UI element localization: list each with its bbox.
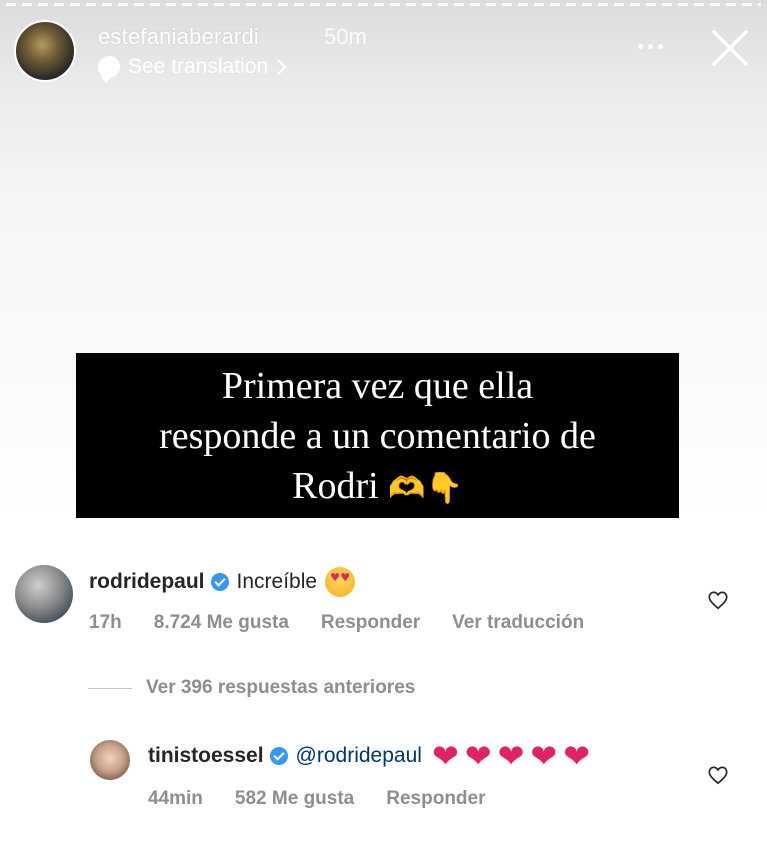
caption-emoji: 🫶👇 — [388, 471, 463, 506]
story-avatar[interactable] — [14, 20, 76, 82]
comment-likes[interactable]: 8.724 Me gusta — [154, 612, 289, 634]
caption-line-2: responde a un comentario de — [159, 415, 596, 457]
translate-button[interactable]: Ver traducción — [452, 612, 584, 634]
view-replies-label: Ver 396 respuestas anteriores — [146, 677, 416, 698]
comment-meta: 17h 8.724 Me gusta Responder Ver traducc… — [89, 612, 616, 634]
heart-eyes-emoji — [325, 567, 356, 597]
heart-outline-icon[interactable] — [707, 589, 729, 611]
chevron-right-icon — [277, 59, 287, 75]
comment-likes[interactable]: 582 Me gusta — [235, 788, 354, 810]
see-translation-button[interactable]: See translation — [98, 54, 288, 80]
story-progress-bar — [6, 3, 761, 6]
avatar[interactable] — [15, 565, 73, 623]
story-time: 50m — [324, 24, 367, 49]
story-header: estefaniaberardi 50m See translation — [14, 18, 759, 84]
comment-text-row: rodridepaul Increíble — [89, 567, 356, 597]
story-username[interactable]: estefaniaberardi — [98, 24, 259, 50]
translate-icon — [98, 56, 120, 78]
comment-time: 17h — [89, 612, 122, 633]
verified-icon — [210, 573, 229, 591]
close-icon[interactable] — [710, 28, 750, 68]
see-translation-label: See translation — [128, 55, 269, 78]
reply-button[interactable]: Responder — [321, 612, 420, 634]
comment-username[interactable]: rodridepaul — [89, 570, 205, 594]
caption-line-3: Rodri 🫶👇 — [76, 461, 679, 514]
verified-icon — [269, 747, 288, 765]
caption-line-3-text: Rodri — [292, 465, 379, 507]
story-caption: Primera vez que ella responde a un comen… — [76, 353, 679, 518]
red-heart-emoji: ❤ — [497, 737, 525, 775]
mention-link[interactable]: @rodridepaul — [296, 744, 422, 768]
view-replies-button[interactable]: Ver 396 respuestas anteriores — [88, 677, 415, 699]
comment-text: Increíble — [236, 570, 318, 593]
red-heart-emoji: ❤ — [464, 737, 492, 775]
red-heart-emoji: ❤ — [530, 737, 558, 775]
avatar[interactable] — [90, 740, 130, 780]
more-icon[interactable] — [638, 40, 672, 52]
red-heart-emoji: ❤ — [563, 737, 590, 775]
comment-meta: 44min 582 Me gusta Responder — [148, 788, 518, 810]
red-hearts: ❤ ❤ ❤ ❤ ❤ — [432, 740, 590, 772]
divider — [88, 687, 132, 689]
caption-line-1: Primera vez que ella — [221, 365, 534, 407]
heart-outline-icon[interactable] — [707, 764, 729, 786]
red-heart-emoji: ❤ — [431, 737, 459, 775]
comment-text-row: tinistoessel @rodridepaul ❤ ❤ ❤ ❤ ❤ — [148, 740, 590, 772]
comment-time: 44min — [148, 788, 203, 809]
reply-button[interactable]: Responder — [386, 788, 485, 810]
comment-username[interactable]: tinistoessel — [148, 744, 264, 768]
